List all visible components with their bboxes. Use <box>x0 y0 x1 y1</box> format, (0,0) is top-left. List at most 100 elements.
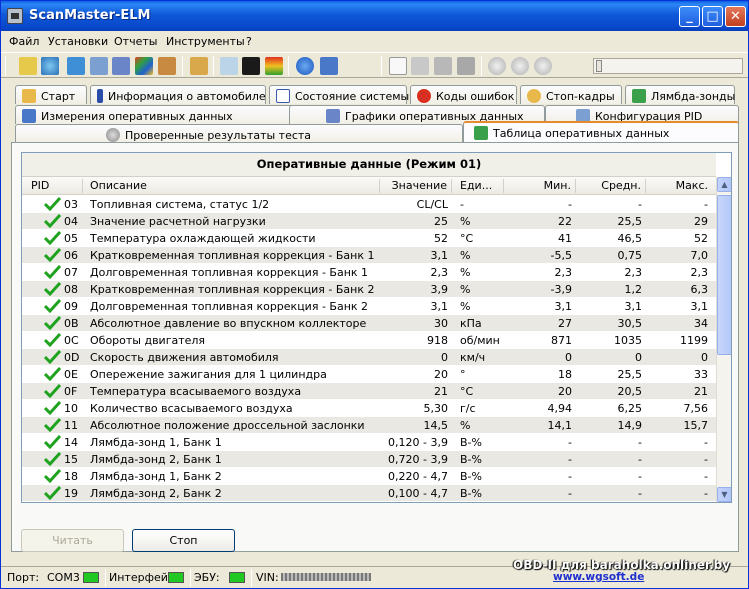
stop-icon[interactable] <box>534 57 552 75</box>
cell-min: - <box>568 436 572 449</box>
globe-icon[interactable] <box>41 57 59 75</box>
close-button[interactable]: ✕ <box>725 6 746 27</box>
cell-max: 21 <box>694 385 708 398</box>
cell-value: 14,5 <box>423 419 449 432</box>
cell-avg: - <box>638 453 642 466</box>
stop-button[interactable]: Стоп <box>132 529 235 552</box>
cell-min: 14,1 <box>547 419 573 432</box>
header-max[interactable]: Макс. <box>646 179 714 193</box>
header-description[interactable]: Описание <box>90 179 380 193</box>
menu-help[interactable]: ? <box>246 35 252 48</box>
cell-value: CL/CL <box>416 198 448 211</box>
cell-unit: % <box>460 283 471 296</box>
slider-knob[interactable] <box>596 60 602 72</box>
table-row[interactable]: 08 Кратковременная топливная коррекция - … <box>22 281 716 298</box>
scroll-down-icon[interactable]: ▼ <box>717 487 731 502</box>
header-min[interactable]: Мин. <box>504 179 576 193</box>
cell-desc: Значение расчетной нагрузки <box>90 215 266 228</box>
interface-status-led <box>168 572 184 583</box>
cell-value: 5,30 <box>423 402 449 415</box>
tab-error-codes[interactable]: Коды ошибок <box>410 85 517 104</box>
table-row[interactable]: 06 Кратковременная топливная коррекция - … <box>22 247 716 264</box>
cell-desc: Абсолютное давление во впускном коллекто… <box>90 317 367 330</box>
scroll-thumb[interactable] <box>717 195 731 355</box>
ecu-status-led <box>229 572 245 583</box>
gear-icon <box>106 128 120 142</box>
tab-live-measurements[interactable]: Измерения оперативных данных <box>15 105 299 124</box>
table-row[interactable]: 0D Скорость движения автомобиля 0 км/ч 0 0 0 <box>22 349 716 366</box>
table-row[interactable]: 05 Температура охлаждающей жидкости 52 °C 41… <box>22 230 716 247</box>
table-row[interactable]: 03 Топливная система, статус 1/2 CL/CL - - - - <box>22 196 716 213</box>
save-icon[interactable] <box>434 57 452 75</box>
tab-live-data-table[interactable]: Таблица оперативных данных <box>463 121 739 143</box>
scroll-up-icon[interactable]: ▲ <box>717 177 731 192</box>
table-row[interactable]: 19 Лямбда-зонд 2, Банк 2 0,100 - 4,7 В-% - - - <box>22 485 716 502</box>
tab-vehicle-info[interactable]: Информация о автомобиле <box>90 85 266 104</box>
traffic-light-icon[interactable] <box>265 57 283 75</box>
pause-icon[interactable] <box>511 57 529 75</box>
table-row[interactable]: 0F Температура всасываемого воздуха 21 °C 20… <box>22 383 716 400</box>
colors-icon[interactable] <box>135 57 153 75</box>
table-row[interactable]: 0B Абсолютное давление во впускном коллек… <box>22 315 716 332</box>
open-icon[interactable] <box>411 57 429 75</box>
cell-avg: 25,5 <box>617 215 643 228</box>
wizard-icon[interactable] <box>19 57 37 75</box>
table-row[interactable]: 07 Долговременная топливная коррекция - Б… <box>22 264 716 281</box>
live-data-grid[interactable]: Оперативные данные (Режим 01) PID Описан… <box>21 152 732 503</box>
header-value[interactable]: Значение <box>382 179 452 193</box>
terminal-icon[interactable] <box>242 57 260 75</box>
table-icon[interactable] <box>90 57 108 75</box>
table-row[interactable]: 0E Опережение зажигания для 1 цилиндра 20 °… <box>22 366 716 383</box>
tab-start[interactable]: Старт <box>15 85 87 104</box>
cell-pid: 19 <box>64 487 78 500</box>
menu-file[interactable]: Файл <box>9 35 39 48</box>
table-row[interactable]: 09 Долговременная топливная коррекция - Б… <box>22 298 716 315</box>
table-row[interactable]: 14 Лямбда-зонд 1, Банк 1 0,120 - 3,9 В-% - - - <box>22 434 716 451</box>
menu-tools[interactable]: Инструменты <box>166 35 245 48</box>
menu-reports[interactable]: Отчеты <box>114 35 157 48</box>
tab-test-results[interactable]: Проверенные результаты теста <box>15 124 463 143</box>
cell-desc: Абсолютное положение дроссельной заслонк… <box>90 419 365 432</box>
cell-pid: 06 <box>64 249 78 262</box>
read-button[interactable]: Читать <box>21 529 124 552</box>
new-document-icon[interactable] <box>389 57 407 75</box>
header-pid[interactable]: PID <box>31 179 83 193</box>
list-icon[interactable] <box>320 57 338 75</box>
minimize-button[interactable]: _ <box>679 6 700 27</box>
dashboard-icon[interactable] <box>67 57 85 75</box>
checkbox-icon <box>276 89 290 103</box>
cell-desc: Количество всасываемого воздуха <box>90 402 293 415</box>
cell-avg: 1,2 <box>624 283 643 296</box>
search-window-icon[interactable] <box>220 57 238 75</box>
chart-icon[interactable] <box>112 57 130 75</box>
table-row[interactable]: 0C Обороты двигателя 918 об/мин 871 1035 1199 <box>22 332 716 349</box>
menu-settings[interactable]: Установки <box>48 35 108 48</box>
header-avg[interactable]: Средн. <box>576 179 646 193</box>
maximize-button[interactable]: □ <box>702 6 723 27</box>
tab-lambda-sensors[interactable]: Лямбда-зонды <box>625 85 735 104</box>
info-icon[interactable] <box>296 57 314 75</box>
cell-value: 21 <box>434 385 448 398</box>
user-icon[interactable] <box>158 57 176 75</box>
tab-label: Состояние системы <box>295 90 410 103</box>
table-row[interactable]: 18 Лямбда-зонд 1, Банк 2 0,220 - 4,7 В-% - - - <box>22 468 716 485</box>
toolbar-separator <box>381 56 382 76</box>
header-unit[interactable]: Еди... <box>460 179 504 193</box>
table-row[interactable]: 15 Лямбда-зонд 2, Банк 1 0,720 - 3,9 В-% - - - <box>22 451 716 468</box>
cell-desc: Долговременная топливная коррекция - Бан… <box>90 266 369 279</box>
table-row[interactable]: 04 Значение расчетной нагрузки 25% 22 25,5 29 <box>22 213 716 230</box>
wgsoft-link[interactable]: www.wgsoft.de <box>553 571 644 583</box>
play-icon[interactable] <box>488 57 506 75</box>
speed-slider[interactable] <box>593 58 743 74</box>
print-icon[interactable] <box>457 57 475 75</box>
clipboard-icon[interactable] <box>190 57 208 75</box>
cell-max: 1199 <box>680 334 708 347</box>
table-row[interactable]: 10 Количество всасываемого воздуха 5,30 г/с… <box>22 400 716 417</box>
vertical-scrollbar[interactable]: ▲ ▼ <box>716 177 731 502</box>
tab-system-status[interactable]: Состояние системы <box>269 85 410 104</box>
tab-freeze-frames[interactable]: Стоп-кадры <box>520 85 622 104</box>
cell-value: 3,1 <box>430 300 449 313</box>
info-icon <box>97 89 103 103</box>
cell-min: 27 <box>558 317 572 330</box>
table-row[interactable]: 11 Абсолютное положение дроссельной засло… <box>22 417 716 434</box>
